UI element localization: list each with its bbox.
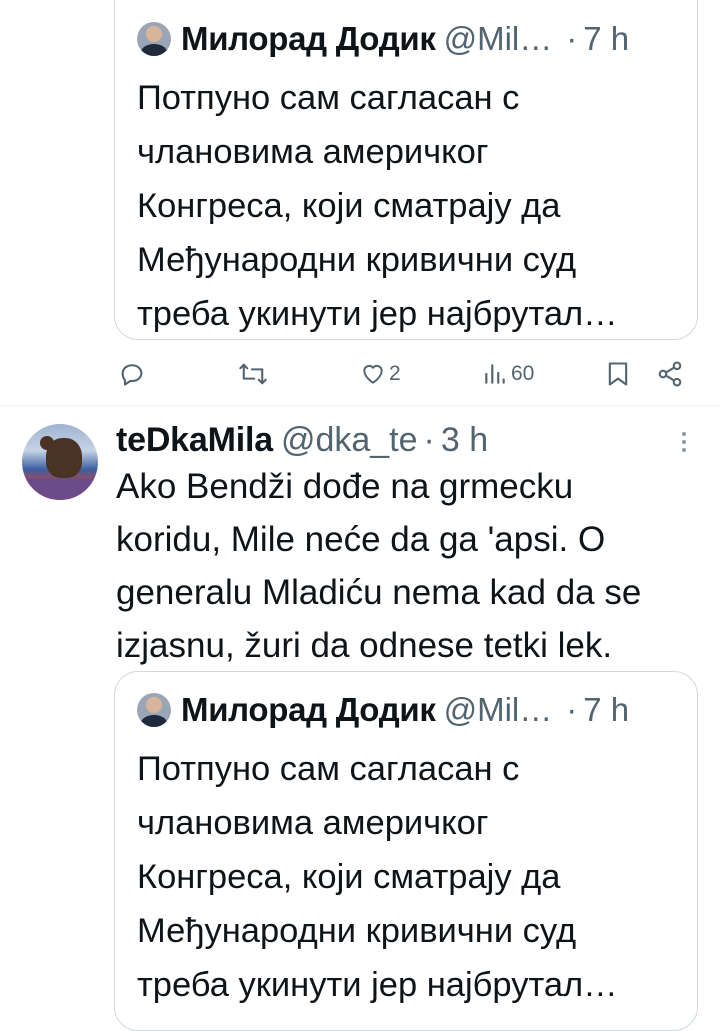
- retweet-button[interactable]: [238, 356, 271, 392]
- quoted-author-handle: @Mil…: [443, 20, 553, 57]
- quoted-tweet-text: Потпуно сам сагласан с члановима америчк…: [137, 742, 677, 1012]
- quoted-tweet-card-bottom[interactable]: Милорад Додик @Mil… · 7 h Потпуно сам са…: [114, 671, 698, 1031]
- quoted-text-line: треба укинути јер најбрутал…: [137, 966, 618, 1004]
- quoted-text-line: члановима америчког: [137, 133, 489, 171]
- quoted-text-line: Међународни кривични суд: [137, 241, 577, 279]
- quoted-text-line: Конгреса, који сматрају да: [137, 187, 561, 225]
- quoted-author-name: Милорад Додик: [181, 20, 436, 57]
- reply-button[interactable]: [118, 356, 149, 392]
- quoted-text-line: члановима америчког: [137, 804, 489, 842]
- reply-icon: [118, 360, 146, 388]
- post-divider: [0, 405, 720, 406]
- post-text-line: koridu, Mile neće da ga 'apsi. O: [116, 520, 606, 559]
- quoted-author-handle: @Mil…: [443, 691, 553, 728]
- separator-dot: ·: [423, 420, 435, 459]
- quoted-tweet-time: 7 h: [583, 691, 630, 728]
- views-chart-icon: [482, 361, 508, 387]
- quoted-text-line: треба укинути јер најбрутал…: [137, 295, 618, 333]
- quoted-text-line: Потпуно сам сагласан с: [137, 750, 520, 788]
- post-author-handle[interactable]: @dka_te: [281, 421, 418, 460]
- post-text: Ako Bendži dođe na grmecku koridu, Mile …: [116, 460, 706, 672]
- separator-dot: ·: [566, 691, 578, 728]
- quoted-author-name: Милорад Додик: [181, 691, 436, 728]
- tweet-action-bar: 2 60: [0, 356, 720, 392]
- retweet-icon: [238, 360, 268, 388]
- post-author-avatar[interactable]: [22, 424, 98, 500]
- like-count: 2: [389, 362, 401, 385]
- quoted-tweet-header: Милорад Додик @Mil… · 7 h: [137, 690, 629, 730]
- post-author-name[interactable]: teDkaMila: [116, 421, 273, 460]
- separator-dot: ·: [566, 20, 578, 57]
- quoted-tweet-text: Потпуно сам сагласан с члановима америчк…: [137, 71, 677, 341]
- more-options-button[interactable]: [674, 428, 694, 456]
- bookmark-icon: [606, 360, 630, 388]
- post-time[interactable]: 3 h: [441, 421, 488, 460]
- post-header: teDkaMila @dka_te · 3 h: [116, 418, 488, 462]
- quoted-tweet-time: 7 h: [583, 20, 630, 57]
- post-text-line: izjasnu, žuri da odnese tetki lek.: [116, 626, 613, 665]
- bookmark-button[interactable]: [606, 356, 630, 392]
- share-button[interactable]: [656, 356, 684, 392]
- post-text-line: generalu Mladiću nema kad da se: [116, 573, 642, 612]
- quoted-tweet-card-top[interactable]: Милорад Додик @Mil… · 7 h Потпуно сам са…: [114, 0, 698, 340]
- quoted-author-avatar: [137, 693, 171, 727]
- quoted-text-line: Конгреса, који сматрају да: [137, 858, 561, 896]
- quoted-text-line: Потпуно сам сагласан с: [137, 79, 520, 117]
- views-button[interactable]: 60: [482, 356, 534, 392]
- heart-icon: [360, 361, 386, 387]
- bear-image: [40, 436, 82, 478]
- views-count: 60: [511, 362, 535, 385]
- quoted-tweet-header: Милорад Додик @Mil… · 7 h: [137, 19, 629, 59]
- more-vertical-icon: [674, 432, 694, 460]
- post-text-line: Ako Bendži dođe na grmecku: [116, 467, 574, 506]
- share-icon: [656, 360, 684, 388]
- quoted-text-line: Међународни кривични суд: [137, 912, 577, 950]
- like-button[interactable]: 2: [360, 356, 401, 392]
- quoted-author-avatar: [137, 22, 171, 56]
- avatar-background: [22, 478, 98, 500]
